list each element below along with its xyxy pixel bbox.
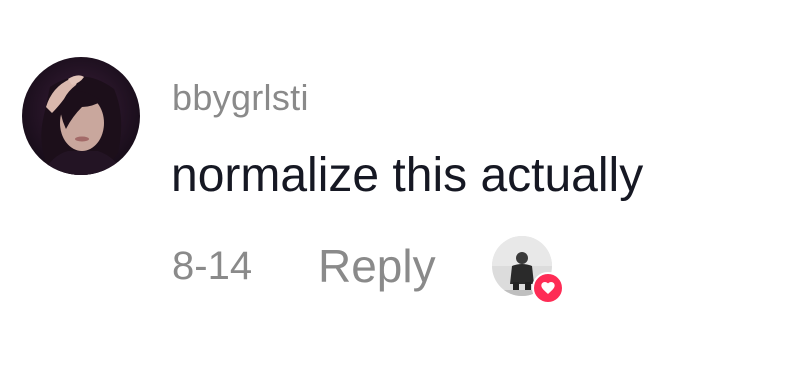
- comment-item: bbygrlsti normalize this actually 8-14 R…: [0, 0, 800, 379]
- commenter-avatar[interactable]: [22, 57, 140, 175]
- comment-username[interactable]: bbygrlsti: [172, 78, 309, 118]
- heart-icon: [532, 272, 564, 304]
- comment-text: normalize this actually: [171, 149, 644, 202]
- comment-date: 8-14: [172, 244, 253, 288]
- liked-by-creator-indicator: [492, 236, 566, 304]
- reply-button[interactable]: Reply: [318, 242, 436, 290]
- user-avatar-photo: [22, 57, 140, 175]
